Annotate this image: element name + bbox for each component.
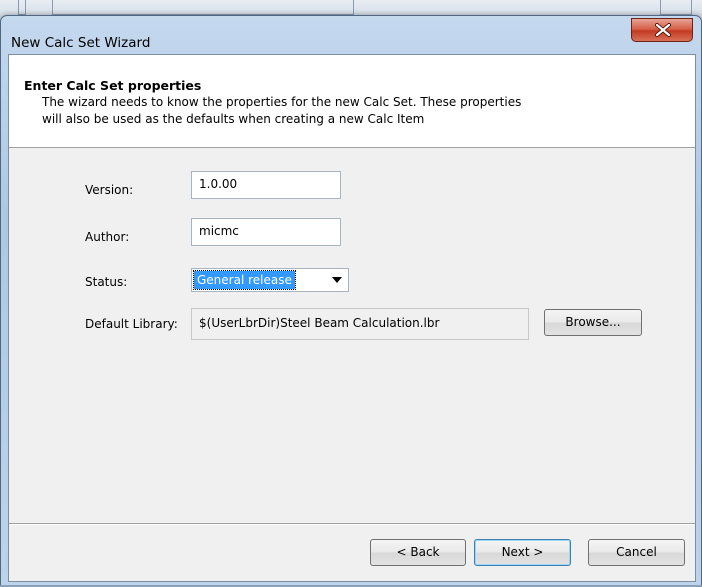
description-line: The wizard needs to know the properties …	[42, 95, 522, 109]
window-title: New Calc Set Wizard	[11, 35, 151, 51]
footer-divider	[9, 523, 695, 525]
background-window-edge	[18, 0, 26, 15]
default-library-field: $(UserLbrDir)Steel Beam Calculation.lbr	[191, 308, 529, 340]
wizard-header: Enter Calc Set properties The wizard nee…	[9, 55, 695, 148]
page-description: The wizard needs to know the properties …	[42, 94, 602, 128]
description-line: will also be used as the defaults when c…	[42, 112, 425, 126]
dialog-client-area: Enter Calc Set properties The wizard nee…	[8, 54, 696, 582]
next-button[interactable]: Next >	[474, 539, 571, 566]
close-button[interactable]	[631, 18, 693, 42]
author-input[interactable]: micmc	[191, 218, 341, 246]
status-dropdown[interactable]: General release	[191, 268, 349, 292]
close-x-icon	[655, 23, 671, 37]
chevron-down-icon	[332, 277, 342, 283]
page-title: Enter Calc Set properties	[24, 78, 202, 93]
status-label: Status:	[85, 275, 128, 289]
cancel-button[interactable]: Cancel	[588, 539, 685, 566]
default-library-label: Default Library:	[85, 317, 178, 331]
wizard-dialog: New Calc Set Wizard Enter Calc Set prope…	[0, 15, 702, 587]
title-bar[interactable]: New Calc Set Wizard	[1, 16, 701, 54]
background-window-edge	[660, 0, 692, 15]
back-button[interactable]: < Back	[370, 539, 466, 566]
status-selected-value: General release	[193, 270, 296, 290]
browse-button[interactable]: Browse...	[544, 309, 642, 336]
background-window-panel	[52, 0, 354, 15]
version-input[interactable]: 1.0.00	[191, 171, 341, 199]
author-label: Author:	[85, 230, 130, 244]
version-label: Version:	[85, 183, 134, 197]
